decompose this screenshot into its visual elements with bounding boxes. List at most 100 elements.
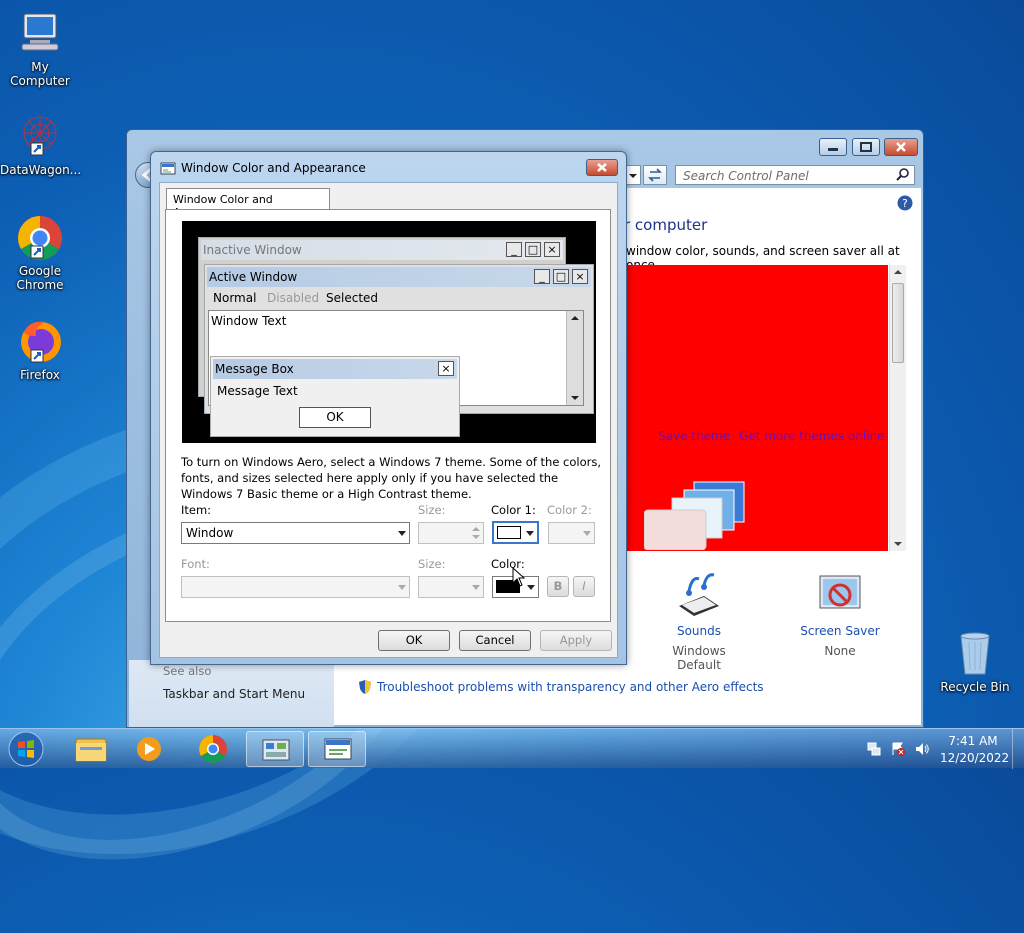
- desktop-icon-chrome[interactable]: Google Chrome: [0, 214, 80, 292]
- close-icon: [597, 163, 607, 172]
- refresh-button[interactable]: [643, 165, 667, 185]
- screen-saver-option[interactable]: Screen Saver None: [790, 571, 890, 658]
- font-size-select[interactable]: [418, 576, 484, 598]
- refresh-icon: [648, 168, 662, 182]
- tab-window-color[interactable]: Window Color and Appearance: [166, 188, 330, 219]
- troubleshoot-link[interactable]: Troubleshoot problems with transparency …: [377, 680, 764, 694]
- chevron-down-icon: [398, 585, 406, 590]
- scroll-down-icon: [571, 396, 579, 400]
- dialog-title: Window Color and Appearance: [181, 161, 366, 175]
- color2-picker[interactable]: [548, 522, 595, 544]
- cancel-button[interactable]: Cancel: [459, 630, 531, 651]
- chevron-down-icon: [472, 585, 480, 590]
- sounds-value: Windows Default: [672, 644, 726, 672]
- apply-button[interactable]: Apply: [540, 630, 612, 651]
- taskbar-appearance-dialog[interactable]: [308, 731, 366, 767]
- theme-thumbnail-stack: [644, 481, 745, 550]
- bold-toggle[interactable]: B: [547, 576, 569, 597]
- maximize-icon: [860, 142, 872, 152]
- address-dropdown-button[interactable]: [625, 165, 641, 185]
- font-select[interactable]: [181, 576, 410, 598]
- desktop-icon-recycle-bin[interactable]: Recycle Bin: [935, 630, 1015, 694]
- search-placeholder: Search Control Panel: [683, 169, 809, 183]
- see-also-heading: See also: [163, 664, 212, 678]
- action-center-icon[interactable]: [890, 741, 906, 757]
- taskbar-explorer[interactable]: [62, 731, 120, 767]
- taskbar-chrome[interactable]: [184, 731, 242, 767]
- close-button[interactable]: [884, 138, 918, 156]
- taskbar-start-menu-link[interactable]: Taskbar and Start Menu: [163, 687, 305, 701]
- ok-button[interactable]: OK: [378, 630, 450, 651]
- desktop-icon-firefox[interactable]: Firefox: [0, 318, 80, 382]
- chrome-icon: [16, 214, 64, 262]
- help-icon[interactable]: ?: [897, 195, 913, 211]
- desktop-icon-my-computer[interactable]: My Computer: [0, 10, 80, 88]
- show-desktop-button[interactable]: [1012, 729, 1024, 769]
- svg-text:?: ?: [902, 197, 908, 210]
- maximize-button[interactable]: [852, 138, 880, 156]
- computer-icon: [16, 10, 64, 58]
- sounds-label: Sounds: [676, 624, 722, 638]
- stepper-arrows-icon: [472, 527, 480, 539]
- preview-menu-selected: Selected: [326, 291, 379, 305]
- preview-msgbox-text: Message Text: [217, 384, 298, 398]
- desktop-icon-datawagon[interactable]: DataWagon...: [0, 113, 82, 177]
- preview-message-box: Message Box × Message Text OK: [210, 356, 460, 437]
- volume-icon[interactable]: [914, 741, 930, 757]
- aero-description: To turn on Windows Aero, select a Window…: [181, 455, 602, 501]
- sounds-option[interactable]: Sounds Windows Default: [654, 571, 744, 672]
- screen-saver-label: Screen Saver: [800, 624, 880, 638]
- chrome-icon: [199, 735, 227, 763]
- datawagon-icon: [16, 113, 64, 161]
- theme-scrollbar[interactable]: [889, 265, 906, 551]
- search-input[interactable]: Search Control Panel: [675, 165, 915, 185]
- scrollbar-thumb[interactable]: [892, 283, 904, 363]
- color1-swatch: [497, 526, 521, 539]
- recycle-bin-icon: [951, 630, 999, 678]
- color1-picker[interactable]: [492, 521, 539, 544]
- screen-saver-icon: [819, 575, 861, 609]
- size-label: Size:: [418, 503, 446, 517]
- media-player-icon: [137, 737, 161, 761]
- font-size-label: Size:: [418, 557, 446, 571]
- scroll-up-icon: [571, 316, 579, 320]
- mouse-cursor-icon: [512, 567, 526, 587]
- italic-toggle[interactable]: I: [573, 576, 595, 597]
- size-stepper[interactable]: [418, 522, 484, 544]
- preview-scrollbar: [566, 311, 583, 405]
- firefox-icon: [16, 318, 64, 366]
- start-button[interactable]: [6, 730, 46, 768]
- item-select[interactable]: Window: [181, 522, 410, 544]
- taskbar-control-panel[interactable]: [246, 731, 304, 767]
- desktop-icon-label: DataWagon...: [0, 163, 82, 177]
- chevron-down-icon: [583, 531, 591, 536]
- preview-menu-normal: Normal: [213, 291, 257, 305]
- desktop-icon-label: Google Chrome: [16, 264, 64, 292]
- color1-label: Color 1:: [491, 503, 536, 517]
- screen-saver-value: None: [824, 644, 856, 658]
- chevron-down-icon: [526, 531, 534, 536]
- minimize-icon: [828, 148, 838, 151]
- windows-logo-icon: [8, 731, 44, 767]
- clock-date[interactable]: 12/20/2022: [940, 751, 1009, 765]
- preview-close-icon: ×: [438, 361, 454, 376]
- minimize-button[interactable]: [819, 138, 847, 156]
- taskbar-media-player[interactable]: [120, 731, 178, 767]
- dialog-close-button[interactable]: [586, 159, 618, 176]
- window-color-dialog: Window Color and Appearance Window Color…: [150, 151, 627, 665]
- taskbar: 7:41 AM 12/20/2022: [0, 728, 1024, 769]
- get-more-themes-link[interactable]: Get more themes online: [739, 429, 885, 443]
- network-icon[interactable]: [866, 741, 882, 757]
- preview-close-icon: ×: [572, 269, 588, 284]
- clock-time[interactable]: 7:41 AM: [940, 734, 1006, 748]
- tab-panel: Inactive Window _ □ × Active Window _ □ …: [165, 209, 611, 622]
- appearance-preview[interactable]: Inactive Window _ □ × Active Window _ □ …: [182, 221, 596, 443]
- desktop-icon-label: Firefox: [20, 368, 60, 382]
- font-label: Font:: [181, 557, 210, 571]
- dialog-icon: [160, 162, 176, 175]
- save-theme-link[interactable]: Save theme: [658, 429, 730, 443]
- preview-close-icon: ×: [544, 242, 560, 257]
- preview-menu-disabled: Disabled: [267, 291, 320, 305]
- dialog-body: Window Color and Appearance Inactive Win…: [159, 182, 618, 658]
- item-value: Window: [186, 526, 234, 540]
